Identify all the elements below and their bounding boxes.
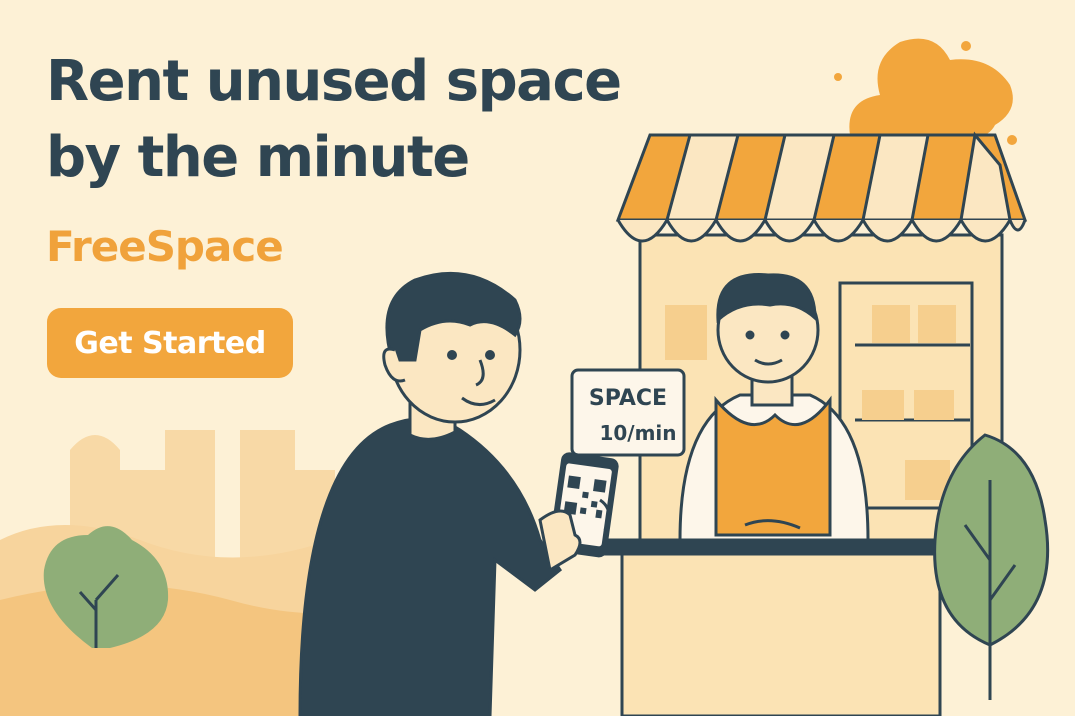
headline-line-1: Rent unused space [46, 49, 622, 114]
sign-rate: 10/min [599, 421, 676, 445]
sign-title: SPACE [589, 386, 667, 411]
striped-awning [615, 131, 1028, 243]
get-started-button[interactable]: Get Started [47, 308, 293, 378]
tree-right [933, 433, 1050, 700]
headline-line-2: by the minute [46, 125, 470, 190]
orange-cloud [834, 38, 1017, 145]
hero-headline: Rent unused space by the minute [46, 44, 622, 196]
brand-name: FreeSpace [46, 222, 284, 271]
price-sign: SPACE 10/min [570, 368, 686, 457]
counter [598, 538, 942, 716]
customer [298, 271, 563, 716]
